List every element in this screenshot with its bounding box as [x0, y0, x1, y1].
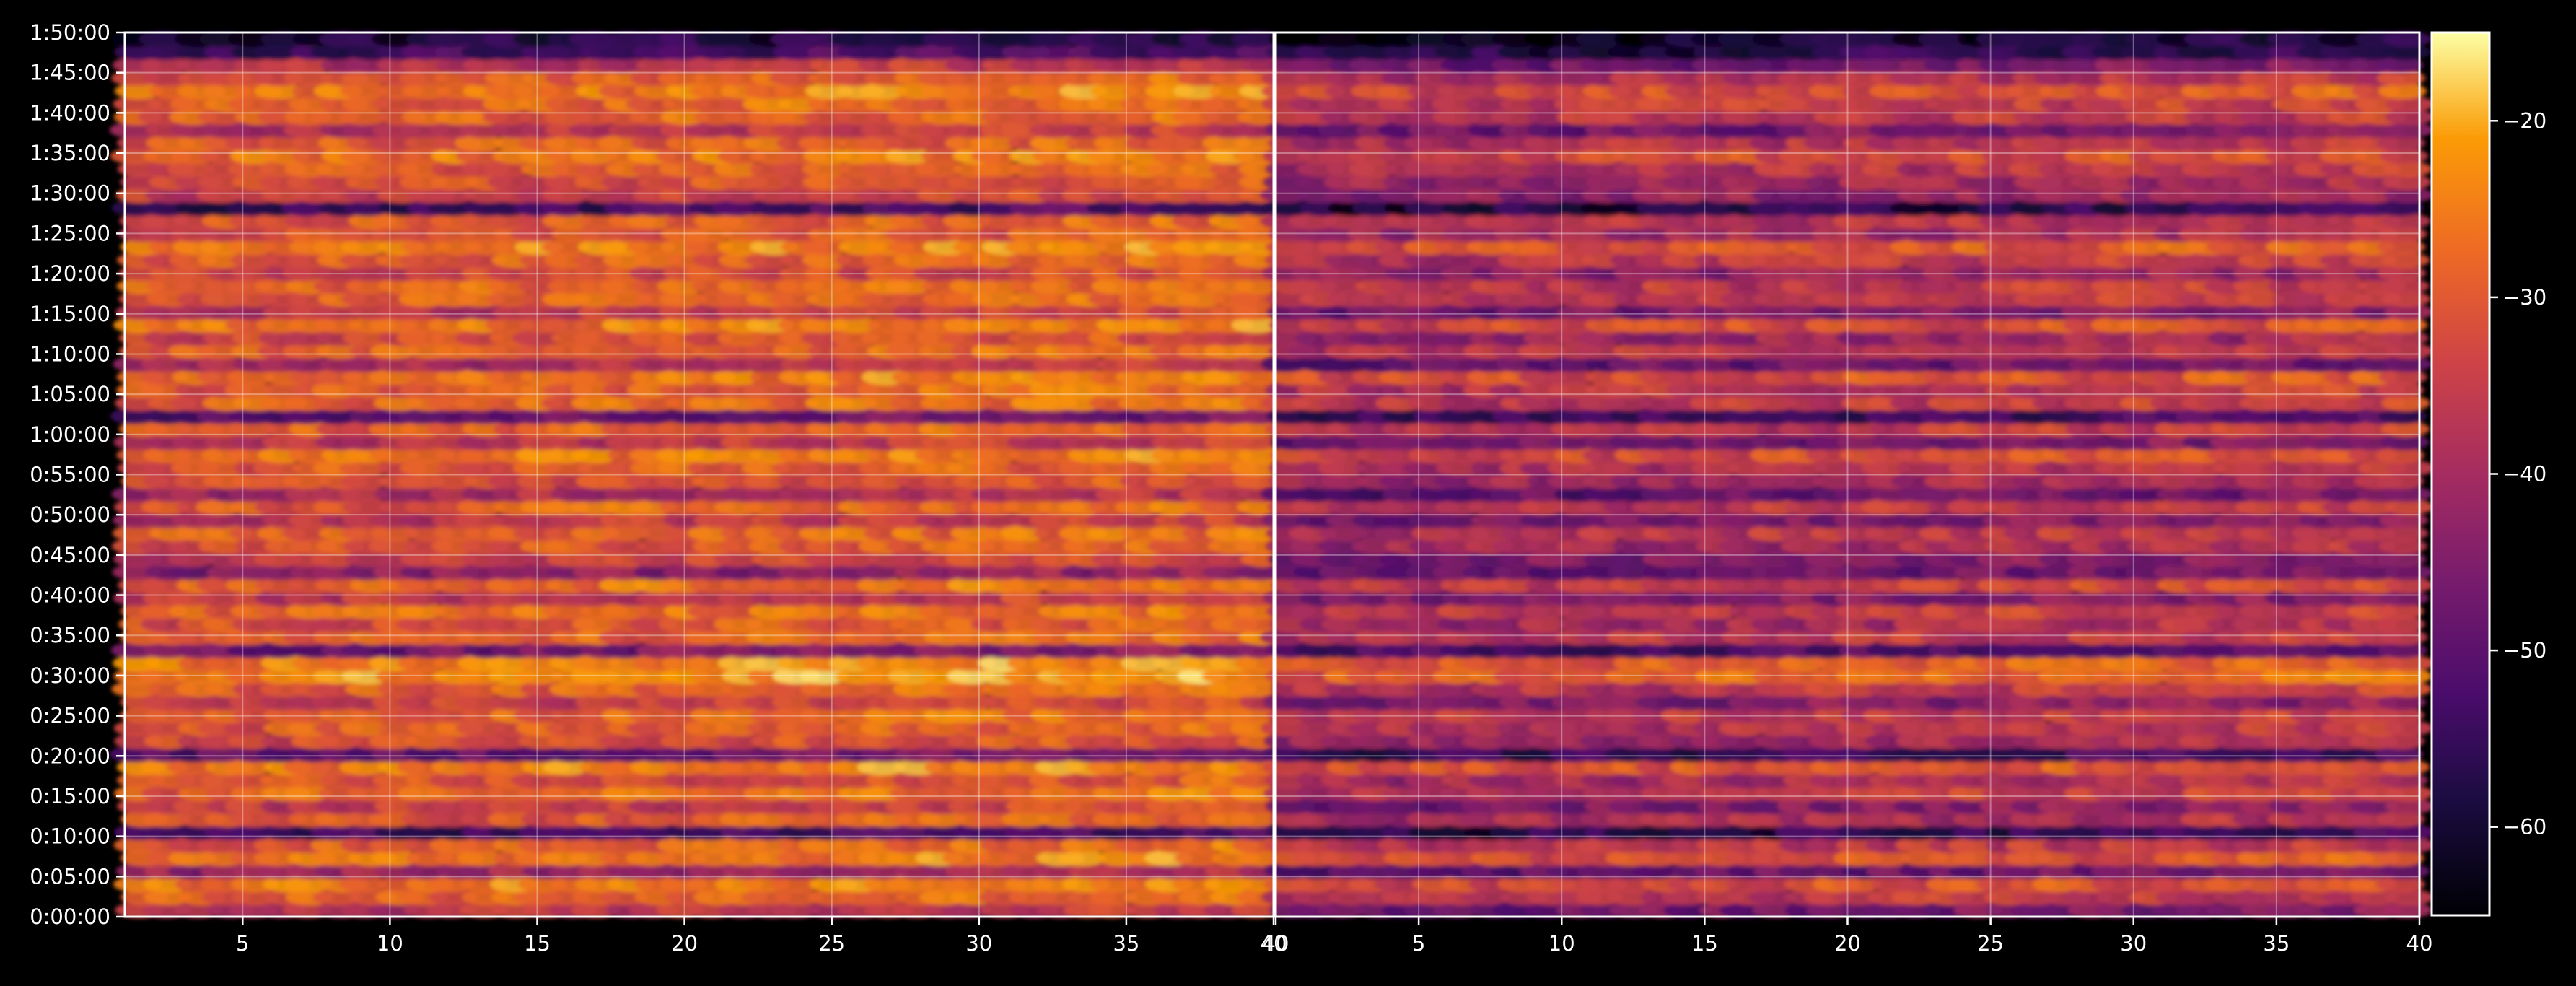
heatmap-chart: 5 10 15 20 25 30 35 4040 5 10 15 20 25 30 35 400:00:000… — [30, 20, 2546, 956]
chart-figure: 5 10 15 20 25 30 35 40 40 5 10 15 20 25 30 35 40 0:00:00 0… — [0, 0, 2576, 983]
